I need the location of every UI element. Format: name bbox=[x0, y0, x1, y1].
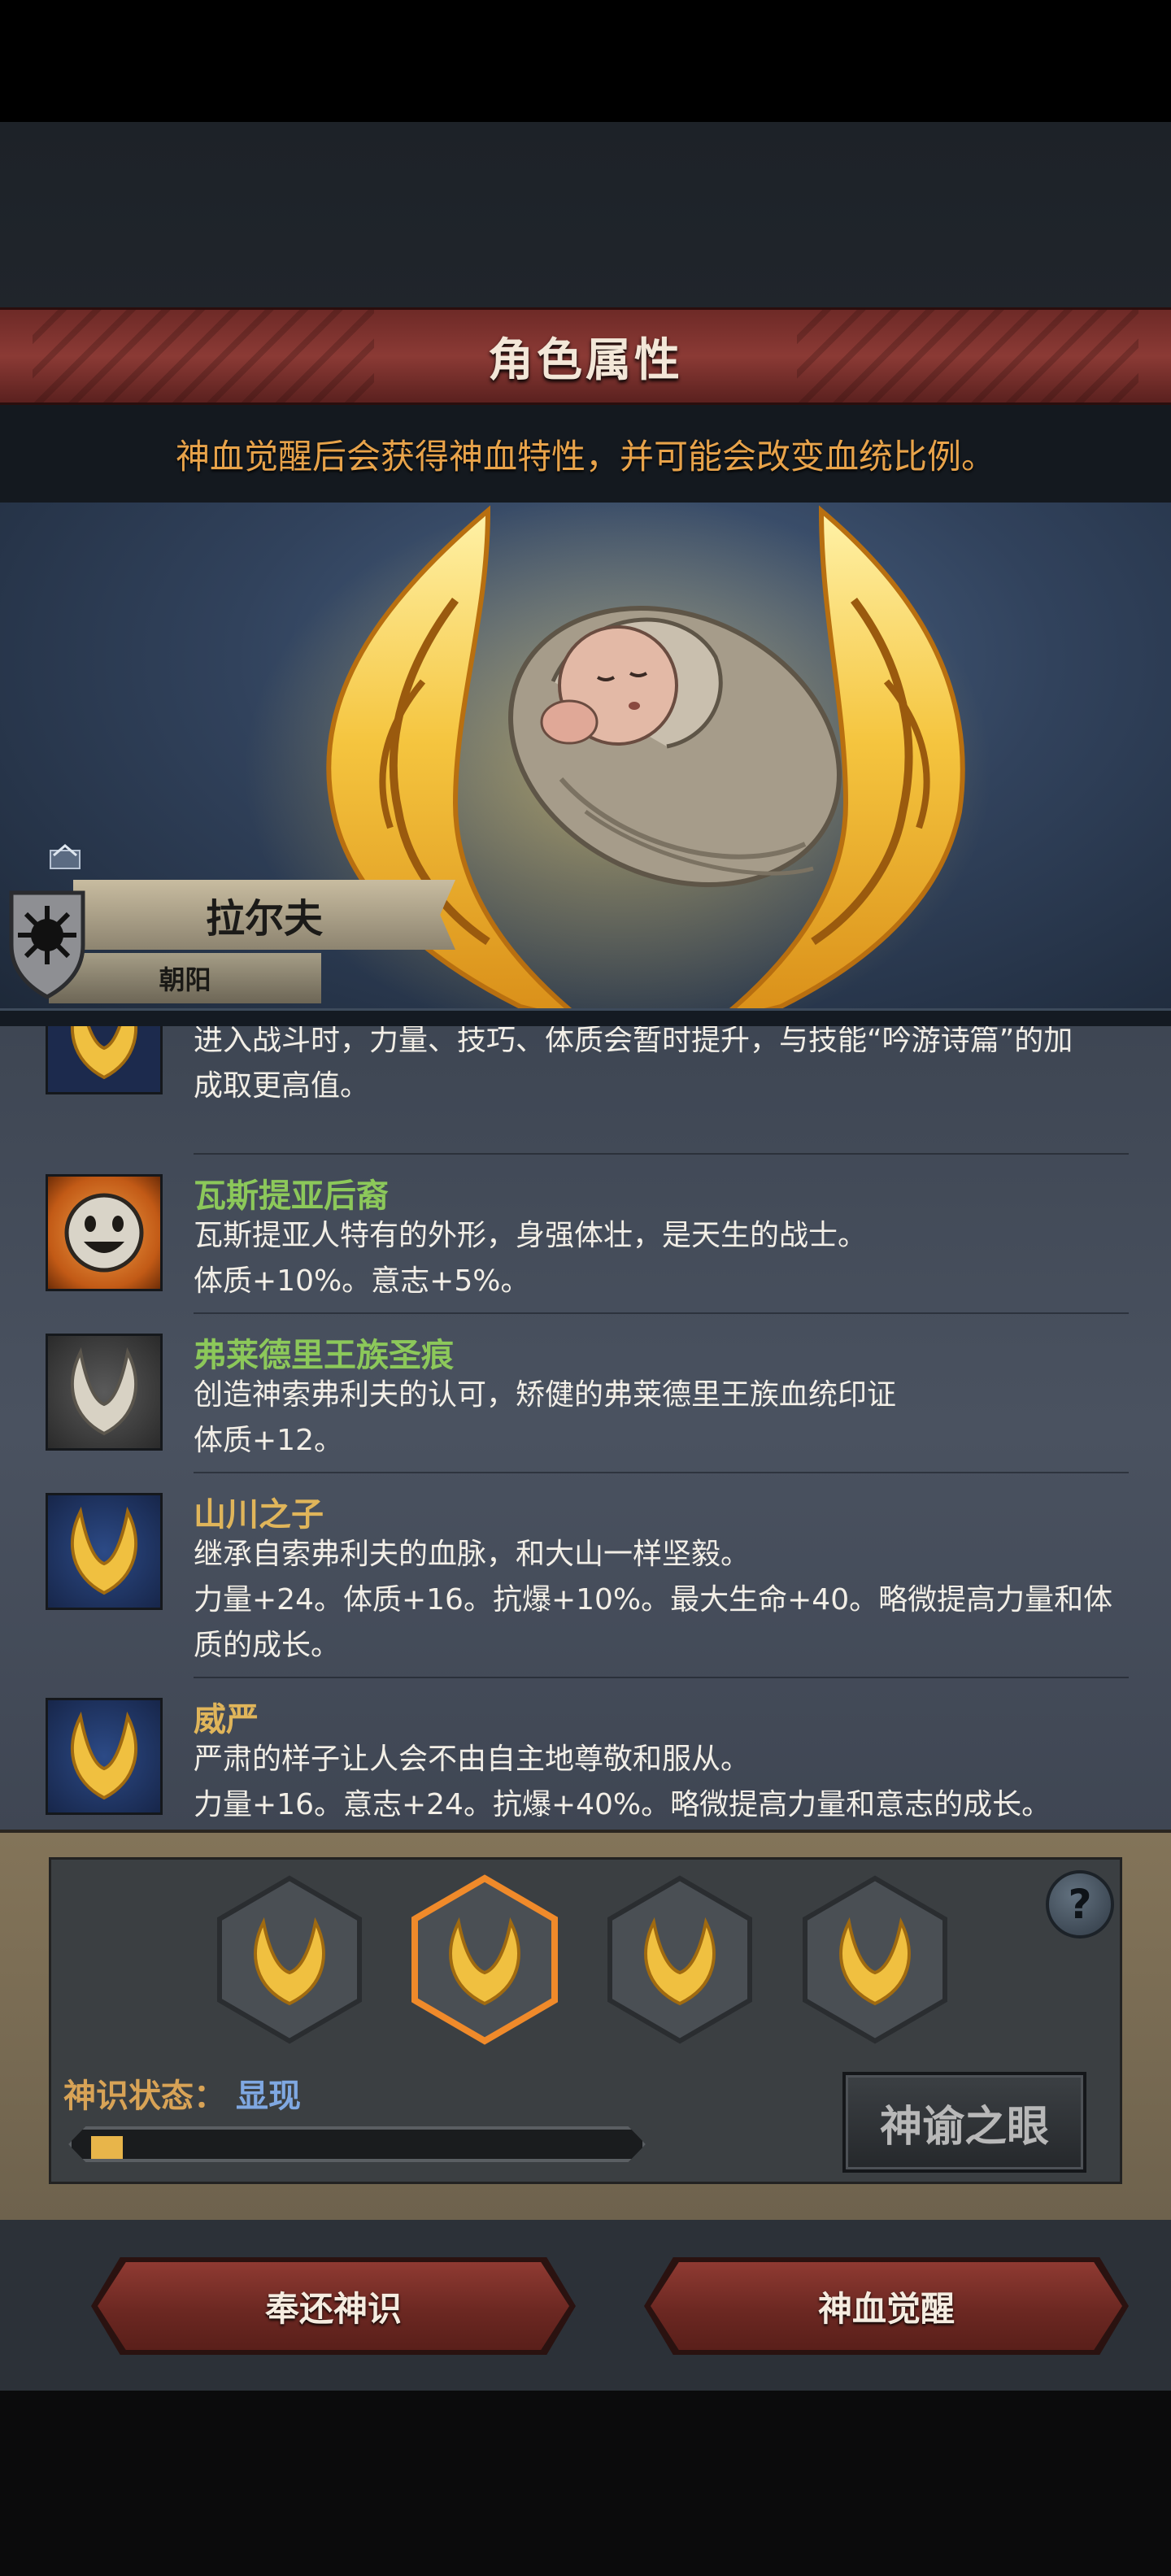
oracle-eye-button[interactable]: 神谕之眼 bbox=[842, 2072, 1086, 2173]
title-banner: 角色属性 bbox=[0, 307, 1171, 405]
golden-wings-icon bbox=[46, 1493, 163, 1610]
trait-description: 创造神索弗利夫的认可，矫健的弗莱德里王族血统印证 体质+12。 bbox=[194, 1373, 1129, 1464]
divider bbox=[194, 1153, 1129, 1155]
home-icon bbox=[50, 844, 81, 869]
divine-blood-awaken-button[interactable]: 神血觉醒 bbox=[651, 2262, 1122, 2350]
divider bbox=[194, 1472, 1129, 1473]
divine-slot-2-selected[interactable] bbox=[410, 1873, 559, 2046]
top-bar bbox=[0, 0, 1171, 122]
divine-slot-3[interactable] bbox=[605, 1873, 755, 2046]
bottom-bar bbox=[0, 2391, 1171, 2576]
info-text: 神血觉醒后会获得神血特性，并可能会改变血统比例。 bbox=[0, 405, 1171, 503]
trait-desc-line: 进入战斗时，力量、技巧、体质会暂时提升，与技能“吟游诗篇”的加 bbox=[194, 1026, 1073, 1057]
divider bbox=[194, 1677, 1129, 1678]
trait-desc-line: 体质+12。 bbox=[194, 1424, 343, 1457]
trait-desc-line: 力量+24。体质+16。抗爆+10%。最大生命+40。略微提高力量和体 bbox=[194, 1583, 1113, 1617]
trait-description: 继承自索弗利夫的血脉，和大山一样坚毅。 力量+24。体质+16。抗爆+10%。最… bbox=[194, 1532, 1129, 1669]
trait-desc-line: 创造神索弗利夫的认可，矫健的弗莱德里王族血统印证 bbox=[194, 1378, 897, 1412]
trait-list[interactable]: 进入战斗时，力量、技巧、体质会暂时提升，与技能“吟游诗篇”的加 成取更高值。 瓦… bbox=[0, 1026, 1171, 1830]
trait-desc-line: 继承自索弗利夫的血脉，和大山一样坚毅。 bbox=[194, 1538, 751, 1571]
status-label: 神识状态： bbox=[63, 2078, 226, 2115]
divine-slot-1[interactable] bbox=[215, 1873, 364, 2046]
trait-desc-line: 质的成长。 bbox=[194, 1629, 341, 1662]
character-name-plate: 拉尔夫 bbox=[73, 880, 455, 950]
silver-wings-icon bbox=[46, 1334, 163, 1451]
trait-description: 瓦斯提亚人特有的外形，身强体壮，是天生的战士。 体质+10%。意志+5%。 bbox=[194, 1213, 1129, 1304]
return-divine-sense-button[interactable]: 奉还神识 bbox=[98, 2262, 569, 2350]
page-title: 角色属性 bbox=[488, 333, 683, 387]
trait-desc-line: 严肃的样子让人会不由自主地尊敬和服从。 bbox=[194, 1743, 751, 1776]
smiling-sun-face-icon bbox=[46, 1174, 163, 1291]
portrait-frame-edge bbox=[0, 1008, 1171, 1026]
divine-slot-4[interactable] bbox=[800, 1873, 950, 2046]
trait-name: 山川之子 bbox=[194, 1496, 324, 1534]
character-epithet: 朝阳 bbox=[159, 964, 211, 995]
trait-description: 进入战斗时，力量、技巧、体质会暂时提升，与技能“吟游诗篇”的加 成取更高值。 bbox=[194, 1026, 1129, 1109]
trait-name: 瓦斯提亚后裔 bbox=[194, 1177, 389, 1215]
trait-desc-line: 成取更高值。 bbox=[194, 1069, 370, 1103]
divine-sense-progress-bar bbox=[68, 2126, 646, 2162]
status-value: 显现 bbox=[236, 2078, 301, 2115]
progress-fill bbox=[91, 2136, 123, 2159]
trait-name: 弗莱德里王族圣痕 bbox=[194, 1337, 454, 1374]
trait-desc-line: 力量+16。意志+24。抗爆+40%。略微提高力量和意志的成长。 bbox=[194, 1788, 1051, 1821]
divider bbox=[194, 1312, 1129, 1314]
black-sun-shield-icon bbox=[9, 890, 85, 999]
golden-wings-icon bbox=[46, 1026, 163, 1094]
help-button[interactable]: ? bbox=[1046, 1870, 1114, 1939]
trait-desc-line: 瓦斯提亚人特有的外形，身强体壮，是天生的战士。 bbox=[194, 1219, 868, 1252]
trait-name: 威严 bbox=[194, 1701, 259, 1738]
trait-desc-line: 体质+10%。意志+5%。 bbox=[194, 1264, 530, 1298]
trait-description: 严肃的样子让人会不由自主地尊敬和服从。 力量+16。意志+24。抗爆+40%。略… bbox=[194, 1737, 1129, 1828]
character-name: 拉尔夫 bbox=[205, 896, 323, 942]
character-epithet-plate: 朝阳 bbox=[49, 953, 321, 1003]
golden-wings-icon bbox=[46, 1698, 163, 1815]
